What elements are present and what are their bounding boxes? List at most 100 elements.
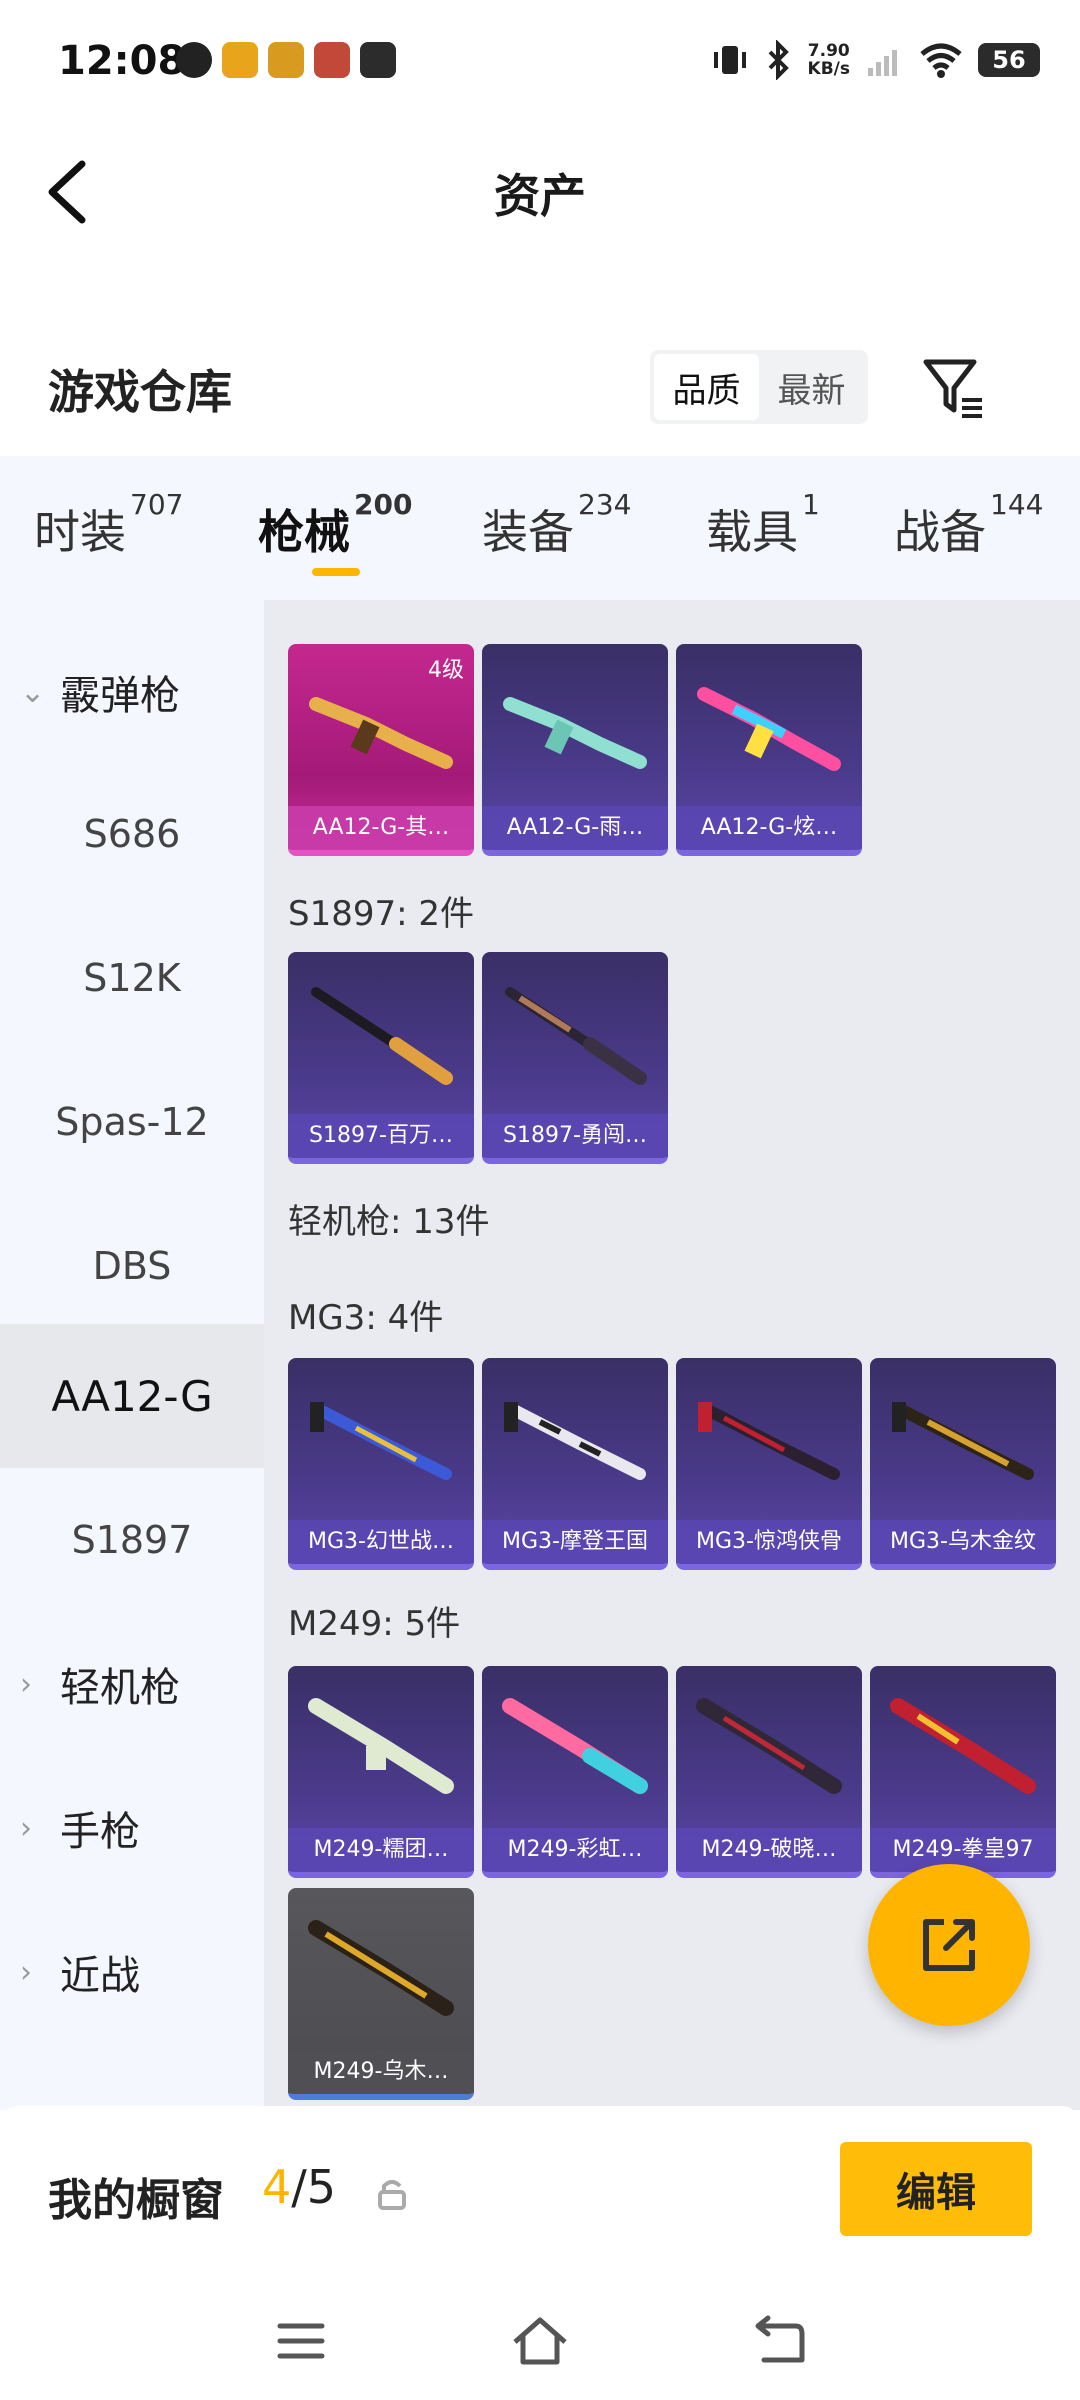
item-card-label: MG3-惊鸿侠骨: [676, 1520, 862, 1564]
filter-button[interactable]: [918, 352, 990, 424]
active-tab-indicator: [312, 568, 360, 576]
page-title: 资产: [494, 169, 586, 223]
sidebar-item-s686[interactable]: S686: [0, 762, 264, 906]
sidebar-group-melee[interactable]: › 近战: [0, 1900, 264, 2044]
showcase-label: 我的橱窗: [48, 2175, 224, 2226]
item-card[interactable]: AA12-G-炫…: [676, 644, 862, 856]
status-time: 12:08: [58, 38, 186, 84]
tab-fashion[interactable]: 时装707: [34, 488, 183, 562]
item-card-label: M249-糯团…: [288, 1828, 474, 1872]
sidebar-item-aa12g[interactable]: AA12-G: [0, 1324, 264, 1468]
share-button[interactable]: [868, 1864, 1030, 2026]
section-title: 轻机枪: 13件: [288, 1202, 490, 1242]
sidebar-item-s12k[interactable]: S12K: [0, 906, 264, 1050]
sidebar-item-spas12[interactable]: Spas-12: [0, 1050, 264, 1194]
item-card-label: S1897-勇闯…: [482, 1114, 668, 1158]
item-card-label: AA12-G-其…: [288, 806, 474, 850]
weapon-image: [311, 987, 453, 1085]
item-card-label: AA12-G-雨…: [482, 806, 668, 850]
back-nav-icon[interactable]: [744, 2306, 814, 2376]
battery-indicator: 56: [978, 43, 1040, 77]
vibrate-icon: [713, 46, 746, 74]
weapon-image: [502, 1698, 648, 1794]
home-icon[interactable]: [505, 2306, 575, 2376]
sidebar-group-lmg[interactable]: › 轻机枪: [0, 1612, 264, 1756]
item-card[interactable]: M249-乌木…: [288, 1888, 474, 2100]
notification-app-icon: [268, 42, 304, 78]
sort-newest-button[interactable]: 最新: [759, 354, 864, 420]
item-card-label: M249-破晓…: [676, 1828, 862, 1872]
signal-icon: [868, 50, 897, 76]
share-icon: [923, 1919, 975, 1971]
weapon-image: [698, 1402, 840, 1480]
section-title: S1897: 2件: [288, 894, 475, 934]
sidebar-group-pistol[interactable]: › 手枪: [0, 1756, 264, 1900]
item-card[interactable]: M249-拳皇97: [870, 1666, 1056, 1878]
item-card[interactable]: MG3-幻世战…: [288, 1358, 474, 1570]
section-title: MG3: 4件: [288, 1298, 444, 1338]
edit-button[interactable]: 编辑: [840, 2142, 1032, 2236]
item-card[interactable]: S1897-勇闯…: [482, 952, 668, 1164]
notification-app-icon: [360, 42, 396, 78]
net-speed: 7.90 KB/s: [807, 41, 850, 79]
item-card[interactable]: AA12-G-雨…: [482, 644, 668, 856]
item-card[interactable]: MG3-乌木金纹: [870, 1358, 1056, 1570]
item-card[interactable]: MG3-摩登王国: [482, 1358, 668, 1570]
item-card-label: AA12-G-炫…: [676, 806, 862, 850]
notification-icons: [176, 42, 396, 78]
sidebar-item-s1897[interactable]: S1897: [0, 1468, 264, 1612]
item-card[interactable]: S1897-百万…: [288, 952, 474, 1164]
chevron-down-icon: ⌄: [20, 674, 46, 710]
weapon-image: [696, 1698, 842, 1794]
notification-app-icon: [222, 42, 258, 78]
item-card[interactable]: 4级 AA12-G-其…: [288, 644, 474, 856]
category-tabs: 时装707 枪械200 装备234 载具1 战备144: [0, 456, 1080, 606]
item-card-label: M249-彩虹…: [482, 1828, 668, 1872]
item-card[interactable]: M249-糯团…: [288, 1666, 474, 1878]
weapon-image: [892, 1402, 1034, 1480]
app-screen: 12:08 7.90KB/s 56 资产 游戏仓库 品质 最新 时装707 枪: [0, 0, 1080, 2400]
sort-toggle: 品质 最新: [650, 350, 868, 424]
weapon-image: [504, 1402, 646, 1480]
chevron-right-icon: ›: [20, 1666, 32, 1702]
sidebar: ⌄ 霰弹枪 S686 S12K Spas-12 DBS AA12-G S1897 …: [0, 600, 264, 2110]
showcase-count: 4/5: [262, 2160, 337, 2214]
weapon-image: [308, 1698, 454, 1794]
chevron-right-icon: ›: [20, 1954, 32, 1990]
weapon-image: [308, 1920, 454, 2016]
lock-icon: [378, 2180, 406, 2210]
chevron-right-icon: ›: [20, 1810, 32, 1846]
item-card[interactable]: MG3-惊鸿侠骨: [676, 1358, 862, 1570]
notification-app-icon: [176, 42, 212, 78]
item-card-label: MG3-乌木金纹: [870, 1520, 1056, 1564]
filter-icon: [923, 359, 982, 418]
item-card[interactable]: M249-破晓…: [676, 1666, 862, 1878]
status-right: 7.90 KB/s 56: [710, 40, 1040, 80]
menu-icon[interactable]: [266, 2306, 336, 2376]
notification-app-icon: [314, 42, 350, 78]
item-card-label: S1897-百万…: [288, 1114, 474, 1158]
wifi-icon: [920, 43, 962, 78]
tab-vehicles[interactable]: 载具1: [706, 488, 820, 562]
section-title: M249: 5件: [288, 1604, 461, 1644]
weapon-image: [503, 697, 647, 769]
warehouse-title: 游戏仓库: [48, 365, 232, 419]
system-nav-bar: [0, 2282, 1080, 2400]
item-card-label: M249-乌木…: [288, 2050, 474, 2094]
weapon-image: [310, 1402, 452, 1480]
item-level-badge: 4级: [428, 658, 464, 683]
tab-gear[interactable]: 战备144: [894, 488, 1043, 562]
status-bar: 12:08 7.90 KB/s 56: [0, 0, 1080, 120]
bluetooth-icon: [768, 40, 789, 80]
showcase-bar: 我的橱窗 4/5 编辑: [0, 2106, 1080, 2282]
item-card-label: MG3-摩登王国: [482, 1520, 668, 1564]
sidebar-group-shotgun[interactable]: ⌄ 霰弹枪: [0, 620, 264, 764]
item-card[interactable]: M249-彩虹…: [482, 1666, 668, 1878]
weapon-image: [505, 987, 647, 1085]
weapon-image: [890, 1698, 1036, 1794]
tab-equipment[interactable]: 装备234: [482, 488, 631, 562]
tab-guns[interactable]: 枪械200: [258, 488, 412, 562]
sort-quality-button[interactable]: 品质: [654, 354, 759, 420]
item-card-label: MG3-幻世战…: [288, 1520, 474, 1564]
sidebar-item-dbs[interactable]: DBS: [0, 1194, 264, 1338]
